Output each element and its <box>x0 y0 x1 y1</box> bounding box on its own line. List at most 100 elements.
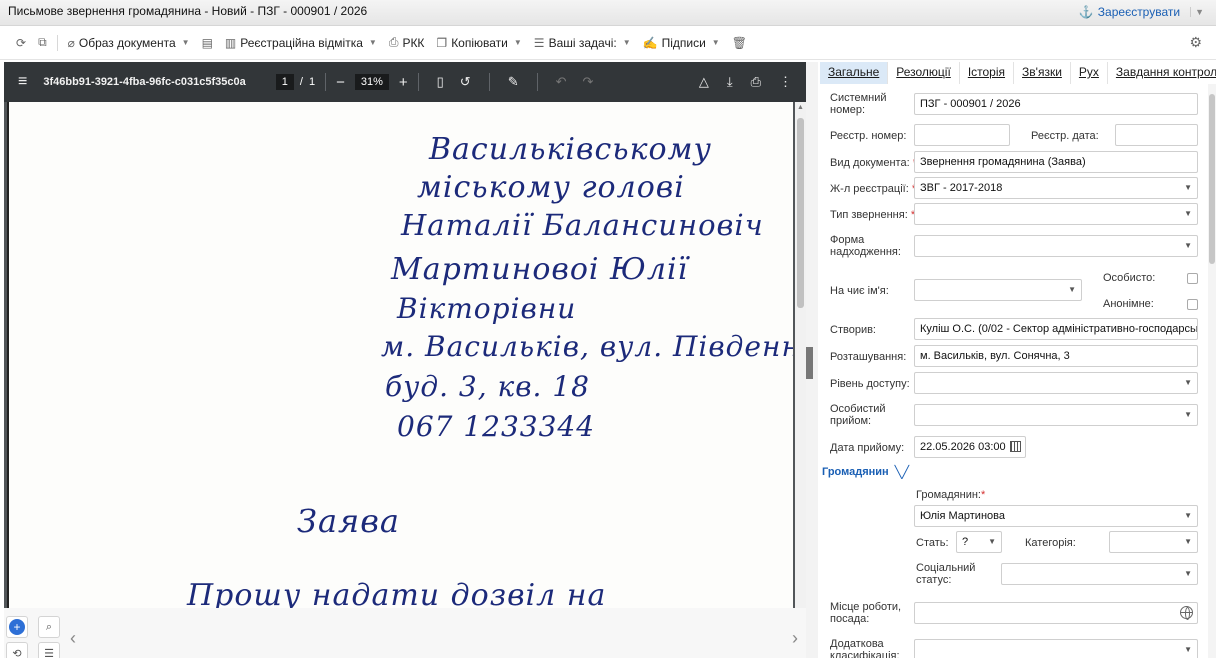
zoom-out-icon[interactable]: − <box>336 74 345 91</box>
download-icon[interactable]: ⤓ <box>727 74 733 90</box>
pdf-scrollbar[interactable]: ▲ ▼ <box>795 102 806 658</box>
reg-number-field[interactable] <box>914 124 1010 146</box>
handwritten-line: 067 1233344 <box>397 410 596 443</box>
handwritten-line: Мартиновоі Юлії <box>391 252 689 287</box>
tab-links[interactable]: Зв'язки <box>1014 62 1071 84</box>
register-dropdown-icon[interactable]: ▼ <box>1190 7 1204 17</box>
appeal-type-select[interactable]: ▼ <box>914 203 1198 225</box>
reg-number-label: Реєстр. номер: <box>830 130 907 142</box>
search-button[interactable]: ⌕ <box>38 616 60 638</box>
delete-button[interactable]: 🗑 <box>726 31 753 55</box>
pdf-toolbar: ≡ 3f46bb91-3921-4fba-96fc-c031c5f35c0a 1… <box>4 62 806 102</box>
doc-type-field[interactable]: Звернення громадянина (Заява) <box>914 151 1198 173</box>
next-page-icon[interactable]: › <box>792 628 798 649</box>
scan-button[interactable]: ▤ <box>196 31 219 55</box>
appeal-type-label: Тип звернення: * <box>830 209 915 221</box>
list-button[interactable]: ☰ <box>38 642 60 658</box>
printer-icon[interactable]: ⎙ <box>751 74 761 90</box>
undo-icon[interactable]: ↶ <box>556 74 567 90</box>
redo-icon[interactable]: ↷ <box>583 74 594 90</box>
pdf-divider <box>417 73 419 91</box>
gear-icon[interactable]: ⚙ <box>1189 34 1202 51</box>
reception-date-field[interactable]: 22.05.2026 03:00 <box>914 436 1026 458</box>
citizen-section-toggle[interactable]: Громадянин ╲╱ <box>822 465 909 479</box>
citizen-label: Громадянин:* <box>916 489 985 501</box>
citizen-label-text: Громадянин: <box>916 489 981 501</box>
tab-general[interactable]: Загальне <box>820 62 889 84</box>
rotate-icon[interactable]: ↺ <box>460 74 471 90</box>
refresh-button[interactable]: ⟳ <box>10 31 32 55</box>
citizen-select[interactable]: Юлія Мартинова ▼ <box>914 505 1198 527</box>
system-number-field: ПЗГ - 000901 / 2026 <box>914 93 1198 115</box>
calendar-icon[interactable] <box>1010 441 1021 452</box>
panel-scrollbar[interactable] <box>1208 84 1216 658</box>
anonymous-checkbox[interactable] <box>1187 299 1198 310</box>
panel-splitter[interactable] <box>806 62 818 658</box>
previous-page-icon[interactable]: ‹ <box>70 628 76 649</box>
journal-select[interactable]: ЗВГ - 2017-2018 ▼ <box>914 177 1198 199</box>
reg-date-field[interactable] <box>1115 124 1198 146</box>
external-link-icon: ⧉ <box>38 35 47 49</box>
sex-select[interactable]: ? ▼ <box>956 531 1002 553</box>
extra-classification-select[interactable]: ▼ <box>914 639 1198 658</box>
chevron-down-icon: ▼ <box>1184 241 1192 250</box>
registration-mark-label: Реєстраційна відмітка <box>240 35 363 50</box>
title-bar: Письмове звернення громадянина - Новий -… <box>0 0 1216 26</box>
extra-classification-label: Додаткова класифікація: <box>830 638 900 658</box>
workplace-field[interactable] <box>914 602 1198 624</box>
panel-scroll-thumb[interactable] <box>1209 94 1215 264</box>
scroll-up-icon[interactable]: ▲ <box>797 104 804 111</box>
scan-icon: ▤ <box>201 35 213 50</box>
open-external-button[interactable]: ⧉ <box>32 31 53 55</box>
annotate-icon[interactable]: ✎ <box>508 74 519 90</box>
category-select[interactable]: ▼ <box>1109 531 1198 553</box>
social-status-select[interactable]: ▼ <box>1001 563 1198 585</box>
globe-icon[interactable] <box>1180 606 1193 620</box>
personal-reception-select[interactable]: ▼ <box>914 404 1198 426</box>
doc-type-label: Вид документа: * <box>830 157 917 169</box>
chevron-down-icon: ▼ <box>1184 410 1192 419</box>
splitter-grip[interactable] <box>806 347 813 379</box>
document-image-button[interactable]: ⌀ Образ документа ▼ <box>62 31 196 55</box>
your-tasks-button[interactable]: ☰ Ваші задачі: ▼ <box>528 31 637 55</box>
page-number-input[interactable]: 1 <box>275 74 294 90</box>
chevron-down-icon: ▼ <box>1184 569 1192 578</box>
add-page-button[interactable]: + <box>6 616 28 638</box>
copy-button[interactable]: ❐ Копіювати ▼ <box>430 31 527 55</box>
tasks-icon: ☰ <box>533 35 545 50</box>
register-button[interactable]: ⚓ Зареєструвати ▼ <box>1079 5 1204 19</box>
access-level-select[interactable]: ▼ <box>914 372 1198 394</box>
receipt-form-select[interactable]: ▼ <box>914 235 1198 257</box>
more-options-icon[interactable]: ⋮ <box>779 74 792 90</box>
anonymous-label: Анонімне: <box>1103 298 1154 310</box>
add-to-drive-icon[interactable]: △ <box>699 74 709 90</box>
signatures-button[interactable]: ✍ Підписи ▼ <box>637 31 726 55</box>
trash-icon: 🗑 <box>731 35 747 50</box>
plus-circle-icon: + <box>9 619 25 635</box>
zoom-in-icon[interactable]: + <box>399 74 408 91</box>
system-number-label: Системний номер: <box>830 92 887 116</box>
tab-history[interactable]: Історія <box>960 62 1015 84</box>
tab-movement[interactable]: Рух <box>1071 62 1108 84</box>
fit-page-icon[interactable]: ▯ <box>437 74 444 90</box>
handwritten-line: Заява <box>297 502 400 540</box>
reception-date-value: 22.05.2026 03:00 <box>920 441 1006 453</box>
social-status-label: Соціальний статус: <box>916 562 976 586</box>
tab-resolutions[interactable]: Резолюції <box>888 62 960 84</box>
menu-icon[interactable]: ≡ <box>18 73 27 91</box>
reception-date-label: Дата прийому: <box>830 442 905 454</box>
zoom-level[interactable]: 31% <box>354 74 389 90</box>
on-behalf-select[interactable]: ▼ <box>914 279 1082 301</box>
pdf-scroll-thumb[interactable] <box>797 118 804 308</box>
pdf-divider <box>488 73 490 91</box>
rkk-button[interactable]: ⎙ РКК <box>383 31 431 55</box>
personal-checkbox[interactable] <box>1187 273 1198 284</box>
pdf-divider <box>325 73 327 91</box>
location-field[interactable]: м. Васильків, вул. Сонячна, 3 <box>914 345 1198 367</box>
created-by-label: Створив: <box>830 324 876 336</box>
tab-control-tasks[interactable]: Завдання контролю <box>1108 62 1216 84</box>
sync-button[interactable]: ⟲ <box>6 642 28 658</box>
stamp-icon: ⚓ <box>1078 5 1094 19</box>
chevron-down-icon: ▼ <box>988 537 996 546</box>
registration-mark-button[interactable]: ▥ Реєстраційна відмітка ▼ <box>219 31 383 55</box>
